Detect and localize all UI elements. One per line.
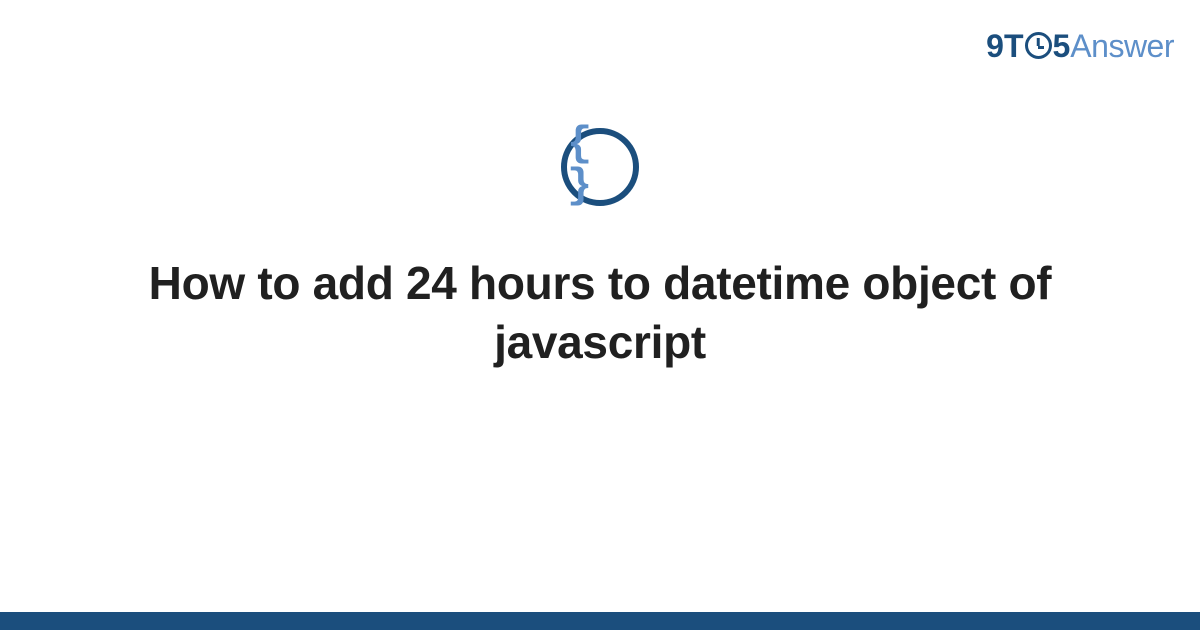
footer-bar	[0, 612, 1200, 630]
logo-digit: 5	[1053, 28, 1071, 65]
logo-prefix: 9T	[986, 28, 1023, 65]
question-title: How to add 24 hours to datetime object o…	[120, 254, 1080, 372]
site-logo[interactable]: 9T 5Answer	[986, 28, 1174, 65]
clock-icon	[1025, 32, 1052, 59]
code-braces-icon: { }	[567, 123, 633, 207]
main-content: { } How to add 24 hours to datetime obje…	[0, 128, 1200, 372]
logo-suffix: Answer	[1070, 28, 1174, 65]
category-icon-circle: { }	[561, 128, 639, 206]
